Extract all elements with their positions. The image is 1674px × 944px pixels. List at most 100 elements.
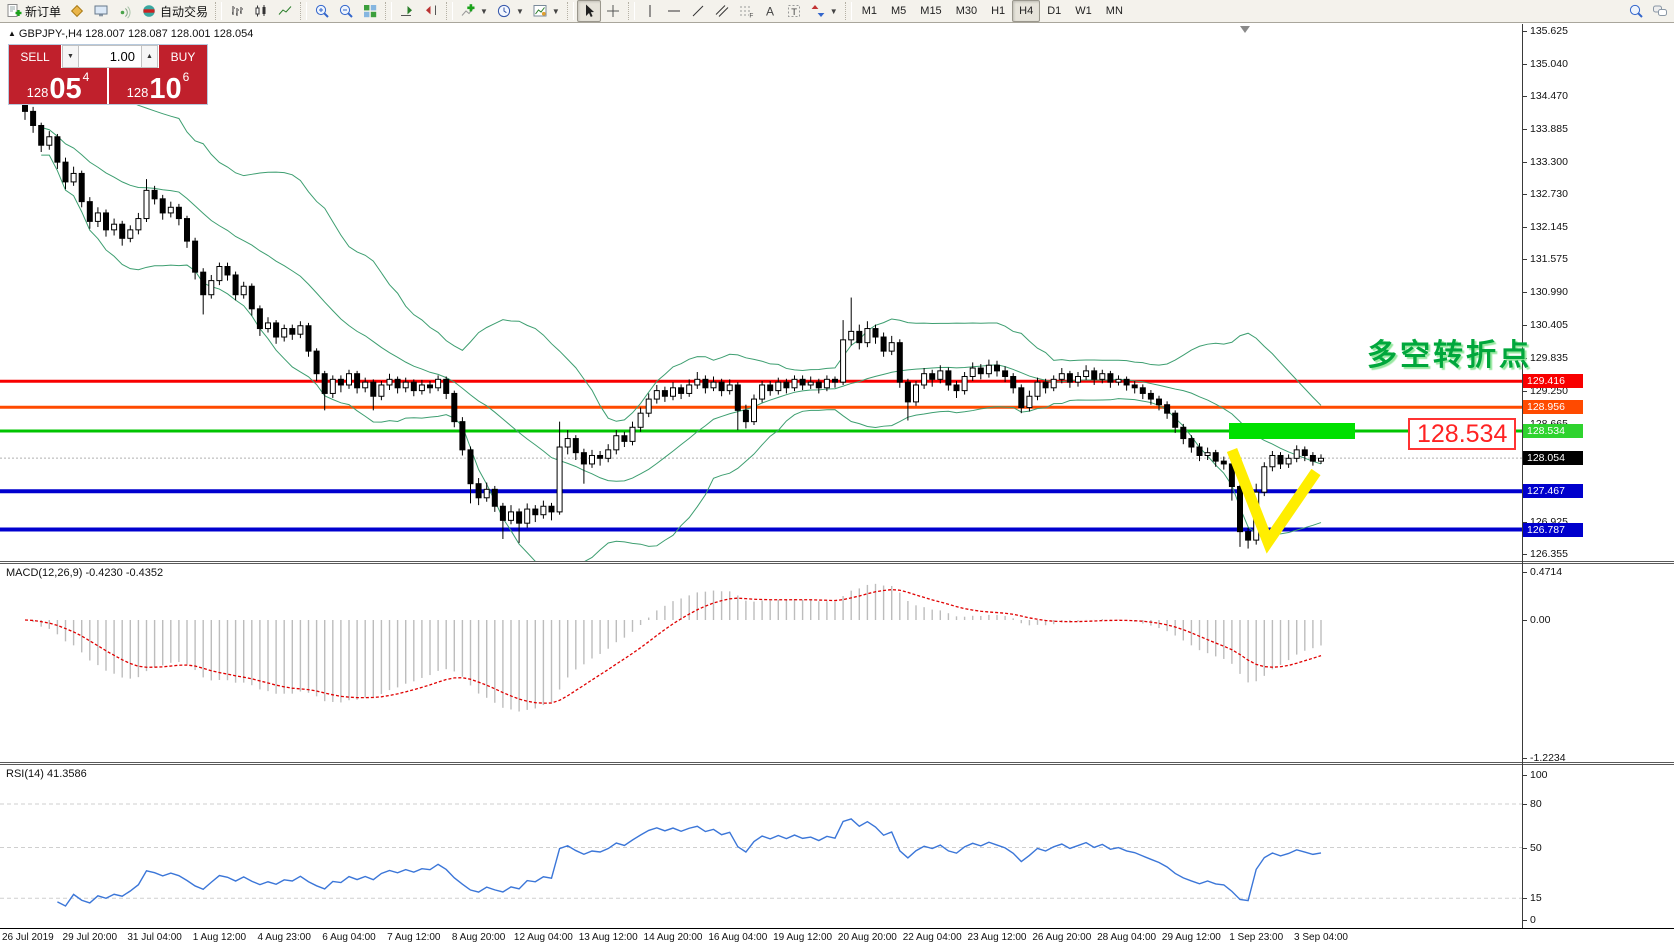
chart-shift-icon <box>423 3 439 19</box>
bar-chart-button[interactable] <box>225 0 249 22</box>
autotrading-button[interactable]: 自动交易 <box>137 0 212 22</box>
toolbar-separator <box>628 2 635 20</box>
chart-shift-button[interactable] <box>419 0 443 22</box>
time-tick-label: 3 Sep 04:00 <box>1294 932 1348 943</box>
volume-increase-button[interactable]: ▲ <box>141 45 158 68</box>
time-tick-label: 14 Aug 20:00 <box>644 932 703 943</box>
chat-button[interactable] <box>1648 0 1672 22</box>
pane-separator-rsi[interactable] <box>0 762 1674 765</box>
pane-separator-macd[interactable] <box>0 561 1674 564</box>
line-chart-button[interactable] <box>273 0 297 22</box>
timeframe-m30[interactable]: M30 <box>949 0 984 22</box>
macd-tick-label: 0.00 <box>1530 614 1550 626</box>
timeframe-mn[interactable]: MN <box>1099 0 1130 22</box>
sell-price-big: 05 <box>49 76 81 102</box>
timeframe-d1[interactable]: D1 <box>1040 0 1068 22</box>
signals-button[interactable] <box>113 0 137 22</box>
time-axis[interactable]: 26 Jul 201929 Jul 20:0031 Jul 04:001 Aug… <box>0 928 1674 944</box>
time-tick-label: 16 Aug 04:00 <box>708 932 767 943</box>
collapse-triangle-icon[interactable]: ▲ <box>8 29 16 38</box>
dropdown-arrow-icon[interactable]: ▼ <box>830 7 838 16</box>
timeframe-h1[interactable]: H1 <box>984 0 1012 22</box>
toolbar-separator <box>215 2 222 20</box>
price-line-badge[interactable]: 128.956 <box>1523 400 1583 414</box>
candlestick-chart-button[interactable] <box>249 0 273 22</box>
arrows-button[interactable]: ▼ <box>806 0 842 22</box>
timeframe-w1[interactable]: W1 <box>1068 0 1099 22</box>
vertical-line-button[interactable] <box>638 0 662 22</box>
indicators-button[interactable]: ▼ <box>456 0 492 22</box>
zoom-in-button[interactable] <box>310 0 334 22</box>
new-order-button[interactable]: 新订单 <box>2 0 65 22</box>
symbol-info: ▲GBPJPY-,H4 128.007 128.087 128.001 128.… <box>8 28 253 40</box>
mt4-terminal: 新订单 自动交易 ▼ ▼ ▼ FAT ▼ M1M5M15M30H1H4D1W1MN ▲GBPJ… <box>0 0 1674 944</box>
dropdown-arrow-icon[interactable]: ▼ <box>516 7 524 16</box>
main-price-pane[interactable] <box>0 24 1522 561</box>
macd-pane[interactable] <box>0 564 1522 762</box>
search-button[interactable] <box>1624 0 1648 22</box>
price-line-badge[interactable]: 129.416 <box>1523 374 1583 388</box>
horizontal-line-button[interactable] <box>662 0 686 22</box>
crosshair-button[interactable] <box>601 0 625 22</box>
price-line-badge[interactable]: 128.534 <box>1523 424 1583 438</box>
dropdown-arrow-icon[interactable]: ▼ <box>552 7 560 16</box>
buy-price-button[interactable]: 128106 <box>109 68 207 104</box>
rsi-pane[interactable] <box>0 765 1522 928</box>
templates-button[interactable]: ▼ <box>528 0 564 22</box>
current-price-badge: 128.054 <box>1523 451 1583 465</box>
price-tick-label: 133.885 <box>1530 123 1568 135</box>
new-order-icon <box>6 3 22 19</box>
svg-text:T: T <box>791 7 797 18</box>
timeframe-m15[interactable]: M15 <box>913 0 948 22</box>
price-tick-label: 132.145 <box>1530 221 1568 233</box>
terminal-button[interactable] <box>89 0 113 22</box>
price-tick-label: 135.625 <box>1530 25 1568 37</box>
macd-tick-label: 0.4714 <box>1530 566 1562 578</box>
price-tick-label: 129.835 <box>1530 352 1568 364</box>
buy-button[interactable]: BUY <box>158 45 207 68</box>
toolbar-separator <box>446 2 453 20</box>
price-tick-label: 131.575 <box>1530 253 1568 265</box>
cursor-button[interactable] <box>577 0 601 22</box>
macd-tick-label: -1.2234 <box>1530 752 1566 764</box>
volume-input[interactable] <box>79 45 141 68</box>
periods-icon <box>496 3 512 19</box>
bar-chart-icon <box>229 3 245 19</box>
toolbar-separator <box>300 2 307 20</box>
arrows-icon <box>810 3 826 19</box>
zoom-out-button[interactable] <box>334 0 358 22</box>
tile-windows-button[interactable] <box>358 0 382 22</box>
periods-button[interactable]: ▼ <box>492 0 528 22</box>
metaeditor-button[interactable] <box>65 0 89 22</box>
text-button[interactable]: A <box>758 0 782 22</box>
fibonacci-button[interactable]: F <box>734 0 758 22</box>
price-tick-label: 130.405 <box>1530 319 1568 331</box>
sell-button[interactable]: SELL <box>9 45 62 68</box>
sell-price-pip: 4 <box>83 70 90 84</box>
time-tick-label: 28 Aug 04:00 <box>1097 932 1156 943</box>
equidistant-channel-button[interactable] <box>710 0 734 22</box>
time-tick-label: 31 Jul 04:00 <box>127 932 182 943</box>
volume-decrease-button[interactable]: ▼ <box>62 45 79 68</box>
auto-scroll-button[interactable] <box>395 0 419 22</box>
templates-icon <box>532 3 548 19</box>
price-tick-mark <box>1522 292 1527 293</box>
price-line-badge[interactable]: 126.787 <box>1523 523 1583 537</box>
support-highlight-bar <box>1229 423 1355 439</box>
dropdown-arrow-icon[interactable]: ▼ <box>480 7 488 16</box>
text-label-button[interactable]: T <box>782 0 806 22</box>
chart-shift-marker[interactable] <box>1240 26 1250 33</box>
price-line-badge[interactable]: 127.467 <box>1523 484 1583 498</box>
metaeditor-icon <box>69 3 85 19</box>
rsi-tick-label: 100 <box>1530 769 1548 781</box>
time-tick-label: 23 Aug 12:00 <box>968 932 1027 943</box>
crosshair-icon <box>605 3 621 19</box>
timeframe-h4[interactable]: H4 <box>1012 0 1040 22</box>
price-tick-label: 134.470 <box>1530 90 1568 102</box>
timeframe-m5[interactable]: M5 <box>884 0 913 22</box>
trendline-button[interactable] <box>686 0 710 22</box>
sell-price-button[interactable]: 128054 <box>9 68 107 104</box>
price-tick-label: 132.730 <box>1530 188 1568 200</box>
price-callout-label[interactable]: 128.534 <box>1408 418 1516 450</box>
timeframe-m1[interactable]: M1 <box>855 0 884 22</box>
